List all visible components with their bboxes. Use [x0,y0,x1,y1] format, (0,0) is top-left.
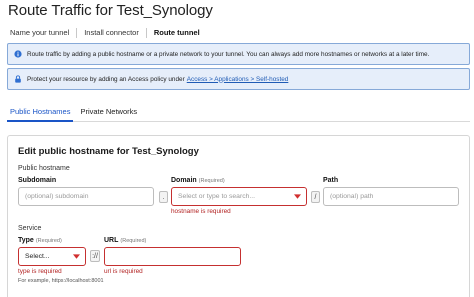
url-input[interactable] [104,247,241,266]
access-banner: Protect your resource by adding an Acces… [7,68,470,90]
domain-error: hostname is required [171,208,231,215]
public-hostname-label: Public hostname [18,165,70,172]
subdomain-placeholder: (optional) subdomain [25,193,89,200]
subdomain-label: Subdomain [18,177,56,184]
domain-placeholder: Select or type to search... [178,193,256,200]
info-banner: Route traffic by adding a public hostnam… [7,43,470,65]
path-placeholder: (optional) path [330,193,374,200]
service-label: Service [18,225,42,232]
step-install-connector: Install connector [84,28,139,37]
url-label-text: URL [104,237,119,244]
path-label-text: Path [323,177,339,184]
url-required: (Required) [120,238,147,244]
type-required: (Required) [35,238,62,244]
tab-private-networks[interactable]: Private Networks [77,104,140,122]
access-banner-text: Protect your resource by adding an Acces… [27,75,185,83]
lock-icon [15,75,21,83]
type-select[interactable]: Select... [18,247,86,266]
type-label-text: Type [18,237,34,244]
step-divider [145,27,147,38]
info-banner-text: Route traffic by adding a public hostnam… [27,50,430,58]
type-value: Select... [25,253,50,260]
wizard-steps: Name your tunnel Install connector Route… [10,27,200,38]
info-icon [14,50,22,58]
path-input[interactable]: (optional) path [323,187,459,206]
url-error: url is required [104,268,143,275]
domain-label: Domain (Required) [171,177,225,184]
domain-label-text: Domain [171,177,197,184]
card-title: Edit public hostname for Test_Synology [18,146,199,157]
slash-separator: / [311,191,320,203]
tab-public-hostnames[interactable]: Public Hostnames [7,104,74,122]
domain-select[interactable]: Select or type to search... [171,187,307,206]
subdomain-label-text: Subdomain [18,177,57,184]
path-label: Path [323,177,338,184]
step-route-tunnel: Route tunnel [153,28,200,37]
step-divider [76,27,78,38]
type-hint: For example, https://localhost:8001 [18,278,104,284]
domain-required: (Required) [198,178,225,184]
page-title: Route Traffic for Test_Synology [8,2,213,19]
access-applications-link[interactable]: Access > Applications > Self-hosted [187,76,289,83]
subdomain-input[interactable]: (optional) subdomain [18,187,154,206]
scheme-separator: :// [90,250,100,262]
edit-hostname-card [7,135,470,297]
chevron-down-icon [294,194,301,199]
type-label: Type (Required) [18,237,62,244]
chevron-down-icon [73,254,80,259]
step-name-tunnel: Name your tunnel [10,28,70,37]
hostname-tabs: Public Hostnames Private Networks [7,104,470,122]
type-error: type is required [18,268,62,275]
dot-separator: . [159,191,168,203]
url-label: URL (Required) [104,237,146,244]
